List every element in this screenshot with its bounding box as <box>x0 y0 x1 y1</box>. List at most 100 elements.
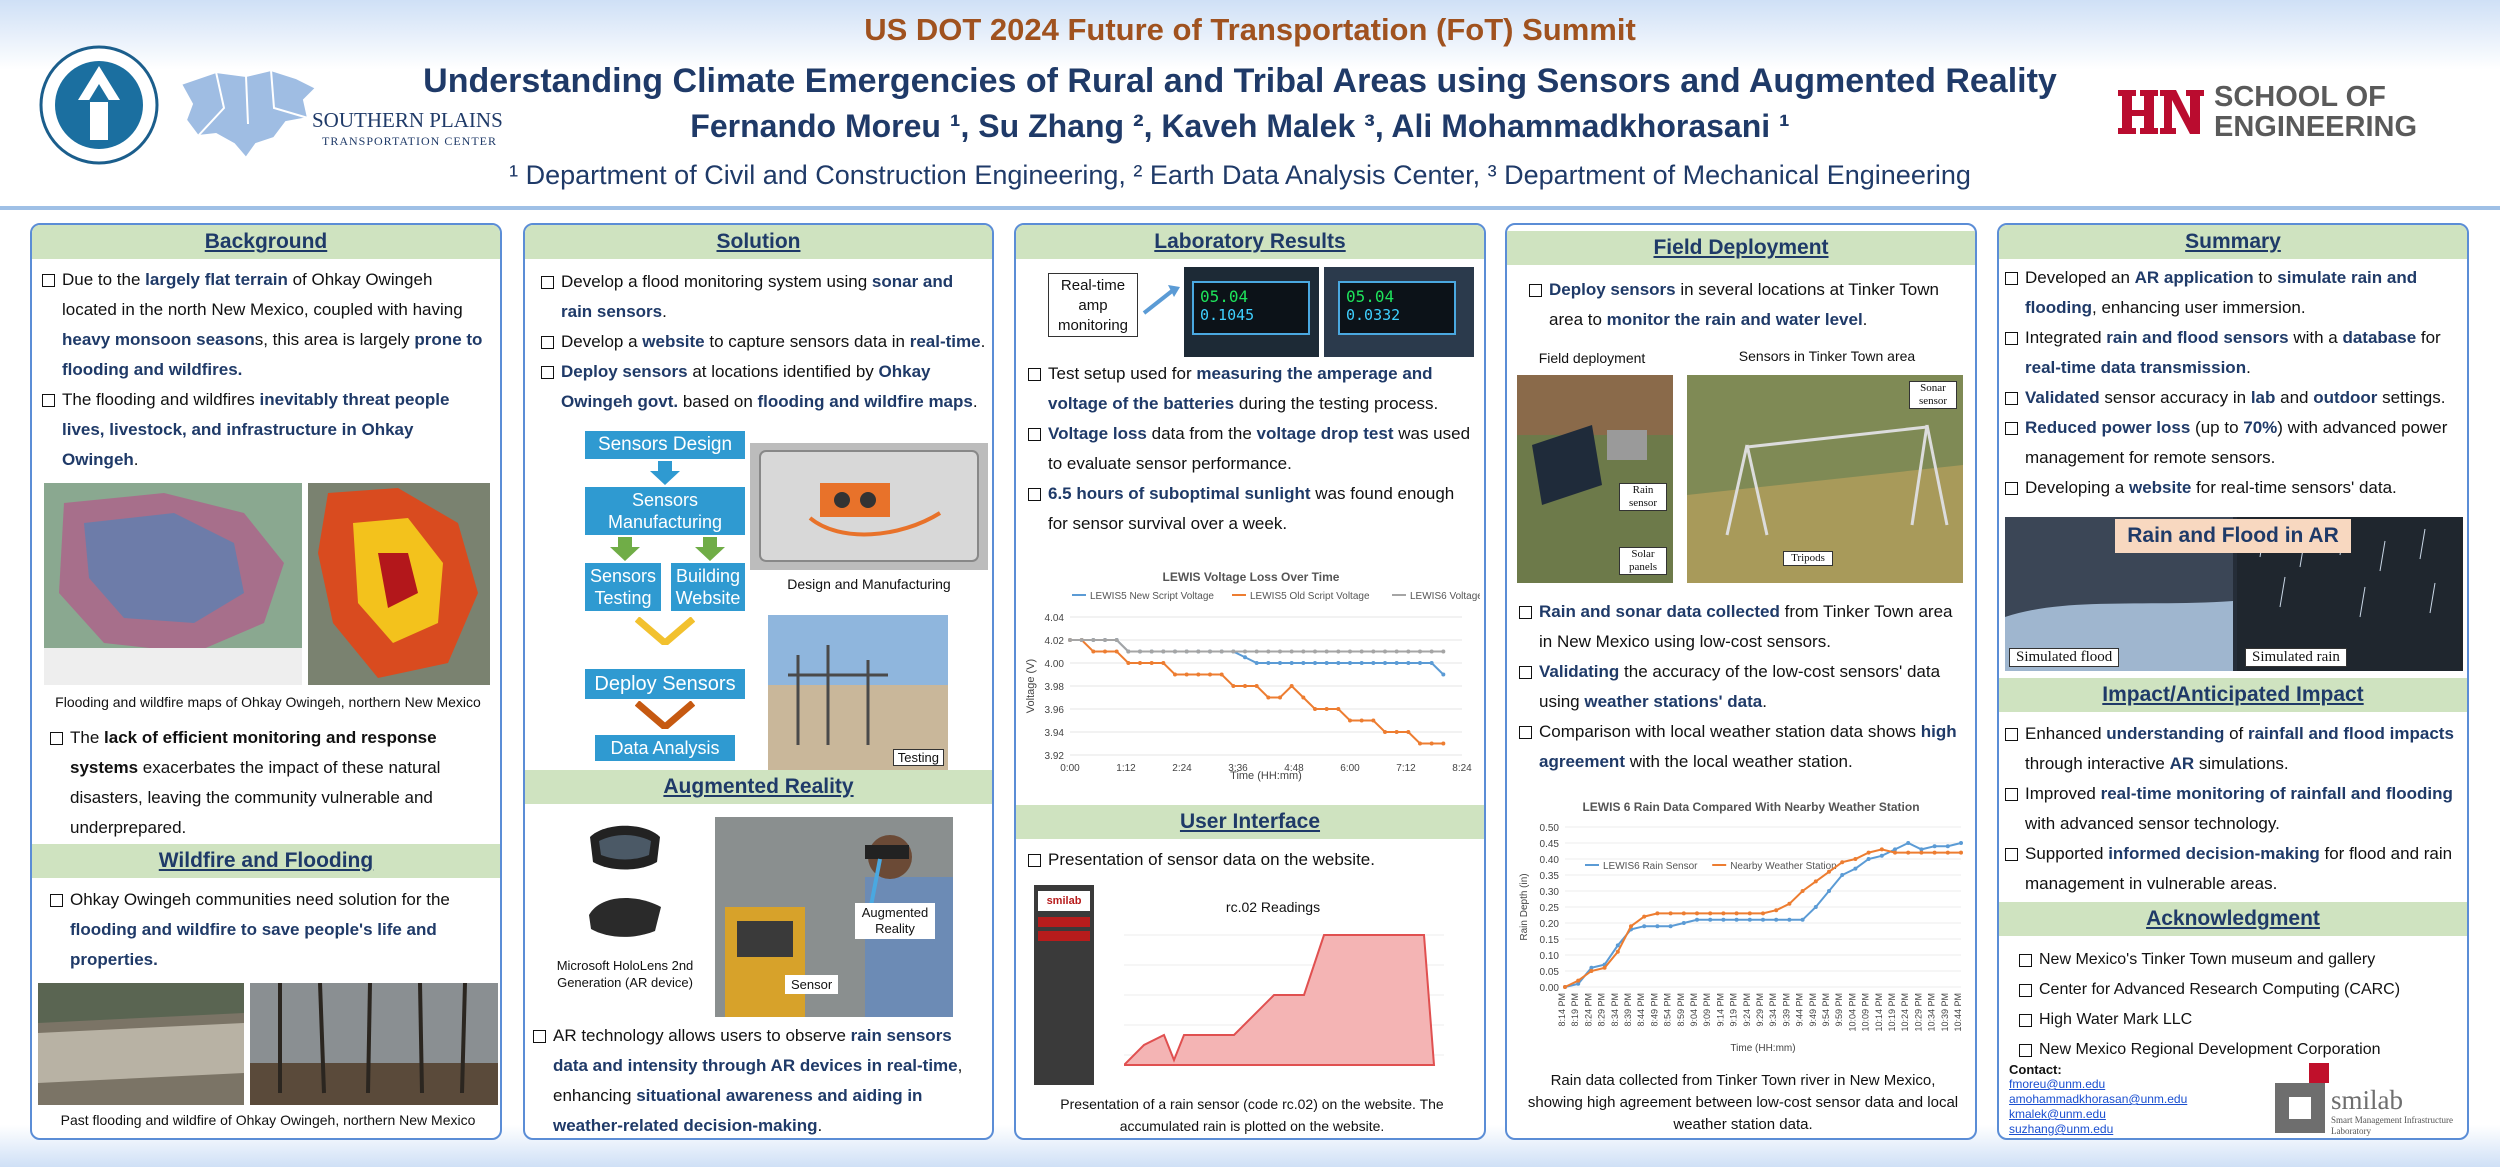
summary-bullets: Developed an AR application to simulate … <box>2005 263 2463 503</box>
data-point <box>1126 649 1131 654</box>
flow-building-website: Building Website <box>671 563 745 611</box>
poster-title: Understanding Climate Emergencies of Rur… <box>423 62 2057 100</box>
legend-label: LEWIS6 Voltage <box>1410 591 1480 602</box>
data-point <box>1695 911 1699 916</box>
y-tick-label: 3.96 <box>1045 705 1065 716</box>
sensor-box-graphic <box>750 443 988 570</box>
data-point <box>1359 649 1364 654</box>
data-point <box>1243 684 1247 688</box>
text-span: (up to <box>2190 418 2244 437</box>
ack-heading: Acknowledgment <box>1999 902 2467 936</box>
data-point <box>1406 661 1411 665</box>
highlight-text: Validated <box>2025 388 2100 407</box>
x-tick-label: 10:19 PM <box>1887 993 1897 1032</box>
wildfire-heading: Wildfire and Flooding <box>32 844 500 878</box>
impact-bullet-1: Enhanced understanding of rainfall and f… <box>2005 719 2463 779</box>
email-link[interactable]: fmoreu@unm.edu <box>2009 1077 2187 1092</box>
highlight-text: website <box>642 332 705 351</box>
data-point <box>1103 638 1107 642</box>
field-caption: Rain data collected from Tinker Town riv… <box>1527 1072 1959 1133</box>
data-point <box>1642 914 1647 919</box>
data-point <box>1278 649 1282 654</box>
series-line <box>1070 639 1444 745</box>
summary-bullet-5: Developing a website for real-time senso… <box>2005 473 2463 503</box>
text-span: during the testing process. <box>1234 394 1439 413</box>
column-solution: Solution Develop a flood monitoring syst… <box>523 223 994 1140</box>
data-point <box>1266 695 1271 700</box>
data-point <box>1418 661 1422 665</box>
data-point <box>1708 917 1713 922</box>
website-nav-item[interactable] <box>1038 917 1090 927</box>
highlight-text: outdoor <box>2313 388 2378 407</box>
x-axis-title: Time (HH:mm) <box>1730 1043 1795 1054</box>
summit-title: US DOT 2024 Future of Transportation (Fo… <box>864 12 1636 47</box>
header-divider <box>0 206 2500 210</box>
website-sidebar: smilab <box>1034 885 1094 1085</box>
data-point <box>1563 985 1567 989</box>
x-tick-label: 9:44 PM <box>1795 993 1805 1027</box>
data-point <box>1655 911 1660 916</box>
flow-data-analysis: Data Analysis <box>595 735 735 761</box>
data-point <box>1429 649 1434 654</box>
meter-screen: 05.04 0.0332 <box>1338 281 1456 335</box>
data-point <box>1219 672 1224 677</box>
x-tick-label: 10:24 PM <box>1900 993 1910 1032</box>
data-point <box>1266 661 1271 665</box>
highlight-text: Validating <box>1539 662 1620 681</box>
data-point <box>1406 730 1411 734</box>
highlight-text: rainfall and flood impacts <box>2247 724 2454 743</box>
text-span: . <box>2246 358 2251 377</box>
data-point <box>1589 969 1594 973</box>
data-point <box>1394 730 1399 734</box>
field-bullet-2: Rain and sonar data collected from Tinke… <box>1519 597 1969 657</box>
amp-monitoring-label: Real-time amp monitoring <box>1048 273 1138 337</box>
highlight-text: Voltage loss <box>1048 424 1147 443</box>
data-point <box>1359 661 1364 665</box>
x-tick-label: 6:00 <box>1340 763 1360 774</box>
text-span: Develop a <box>561 332 643 351</box>
data-point <box>1441 741 1446 746</box>
text-span: Developing a <box>2025 478 2129 497</box>
data-point <box>1813 905 1818 909</box>
email-link[interactable]: suzhang@unm.edu <box>2009 1122 2187 1137</box>
meter-current: 0.1045 <box>1200 306 1255 324</box>
email-link[interactable]: amohammadkhorasan@unm.edu <box>2009 1092 2187 1107</box>
website-nav-item[interactable] <box>1038 931 1090 941</box>
hololens-side-icon <box>589 897 661 937</box>
data-point <box>1761 911 1765 916</box>
hololens-front-image <box>585 817 665 877</box>
x-tick-label: 8:39 PM <box>1623 993 1633 1027</box>
data-point <box>1324 707 1329 711</box>
fot-center-logo <box>39 45 159 165</box>
unm-logo-line-1: SCHOOL OF <box>2214 81 2386 113</box>
data-point <box>1840 873 1845 877</box>
x-tick-label: 9:04 PM <box>1689 993 1699 1027</box>
data-point <box>1602 965 1607 970</box>
x-tick-label: 8:49 PM <box>1649 993 1659 1027</box>
wildfire-photo <box>250 983 498 1105</box>
data-point <box>1629 924 1633 929</box>
text-span: . <box>972 392 978 411</box>
data-point <box>1289 649 1294 654</box>
lab-bullet-3: 6.5 hours of suboptimal sunlight was fou… <box>1028 479 1478 539</box>
email-link[interactable]: kmalek@unm.edu <box>2009 1107 2187 1122</box>
solution-bullet-2: Develop a website to capture sensors dat… <box>541 327 986 357</box>
simulated-flood-label: Simulated flood <box>2009 648 2120 667</box>
data-point <box>1208 649 1212 654</box>
text-span: for real-time sensors' data. <box>2191 478 2397 497</box>
text-span: and <box>2275 388 2314 407</box>
field-photo1-title: Field deployment <box>1538 350 1646 366</box>
data-point <box>1324 661 1329 665</box>
impact-bullet-2: Improved real-time monitoring of rainfal… <box>2005 779 2463 839</box>
data-point <box>1853 857 1858 861</box>
contact-label: Contact: <box>2009 1062 2062 1077</box>
x-tick-label: 10:09 PM <box>1861 993 1871 1032</box>
highlight-text: flooding and wildfire maps <box>757 392 973 411</box>
data-point <box>1429 741 1434 746</box>
x-tick-label: 9:59 PM <box>1834 993 1844 1027</box>
data-point <box>1243 655 1247 660</box>
highlight-text: real-time monitoring of rainfall and flo… <box>2100 784 2453 803</box>
data-point <box>1879 847 1884 852</box>
data-point <box>1313 661 1317 665</box>
text-span: . <box>817 1116 823 1135</box>
